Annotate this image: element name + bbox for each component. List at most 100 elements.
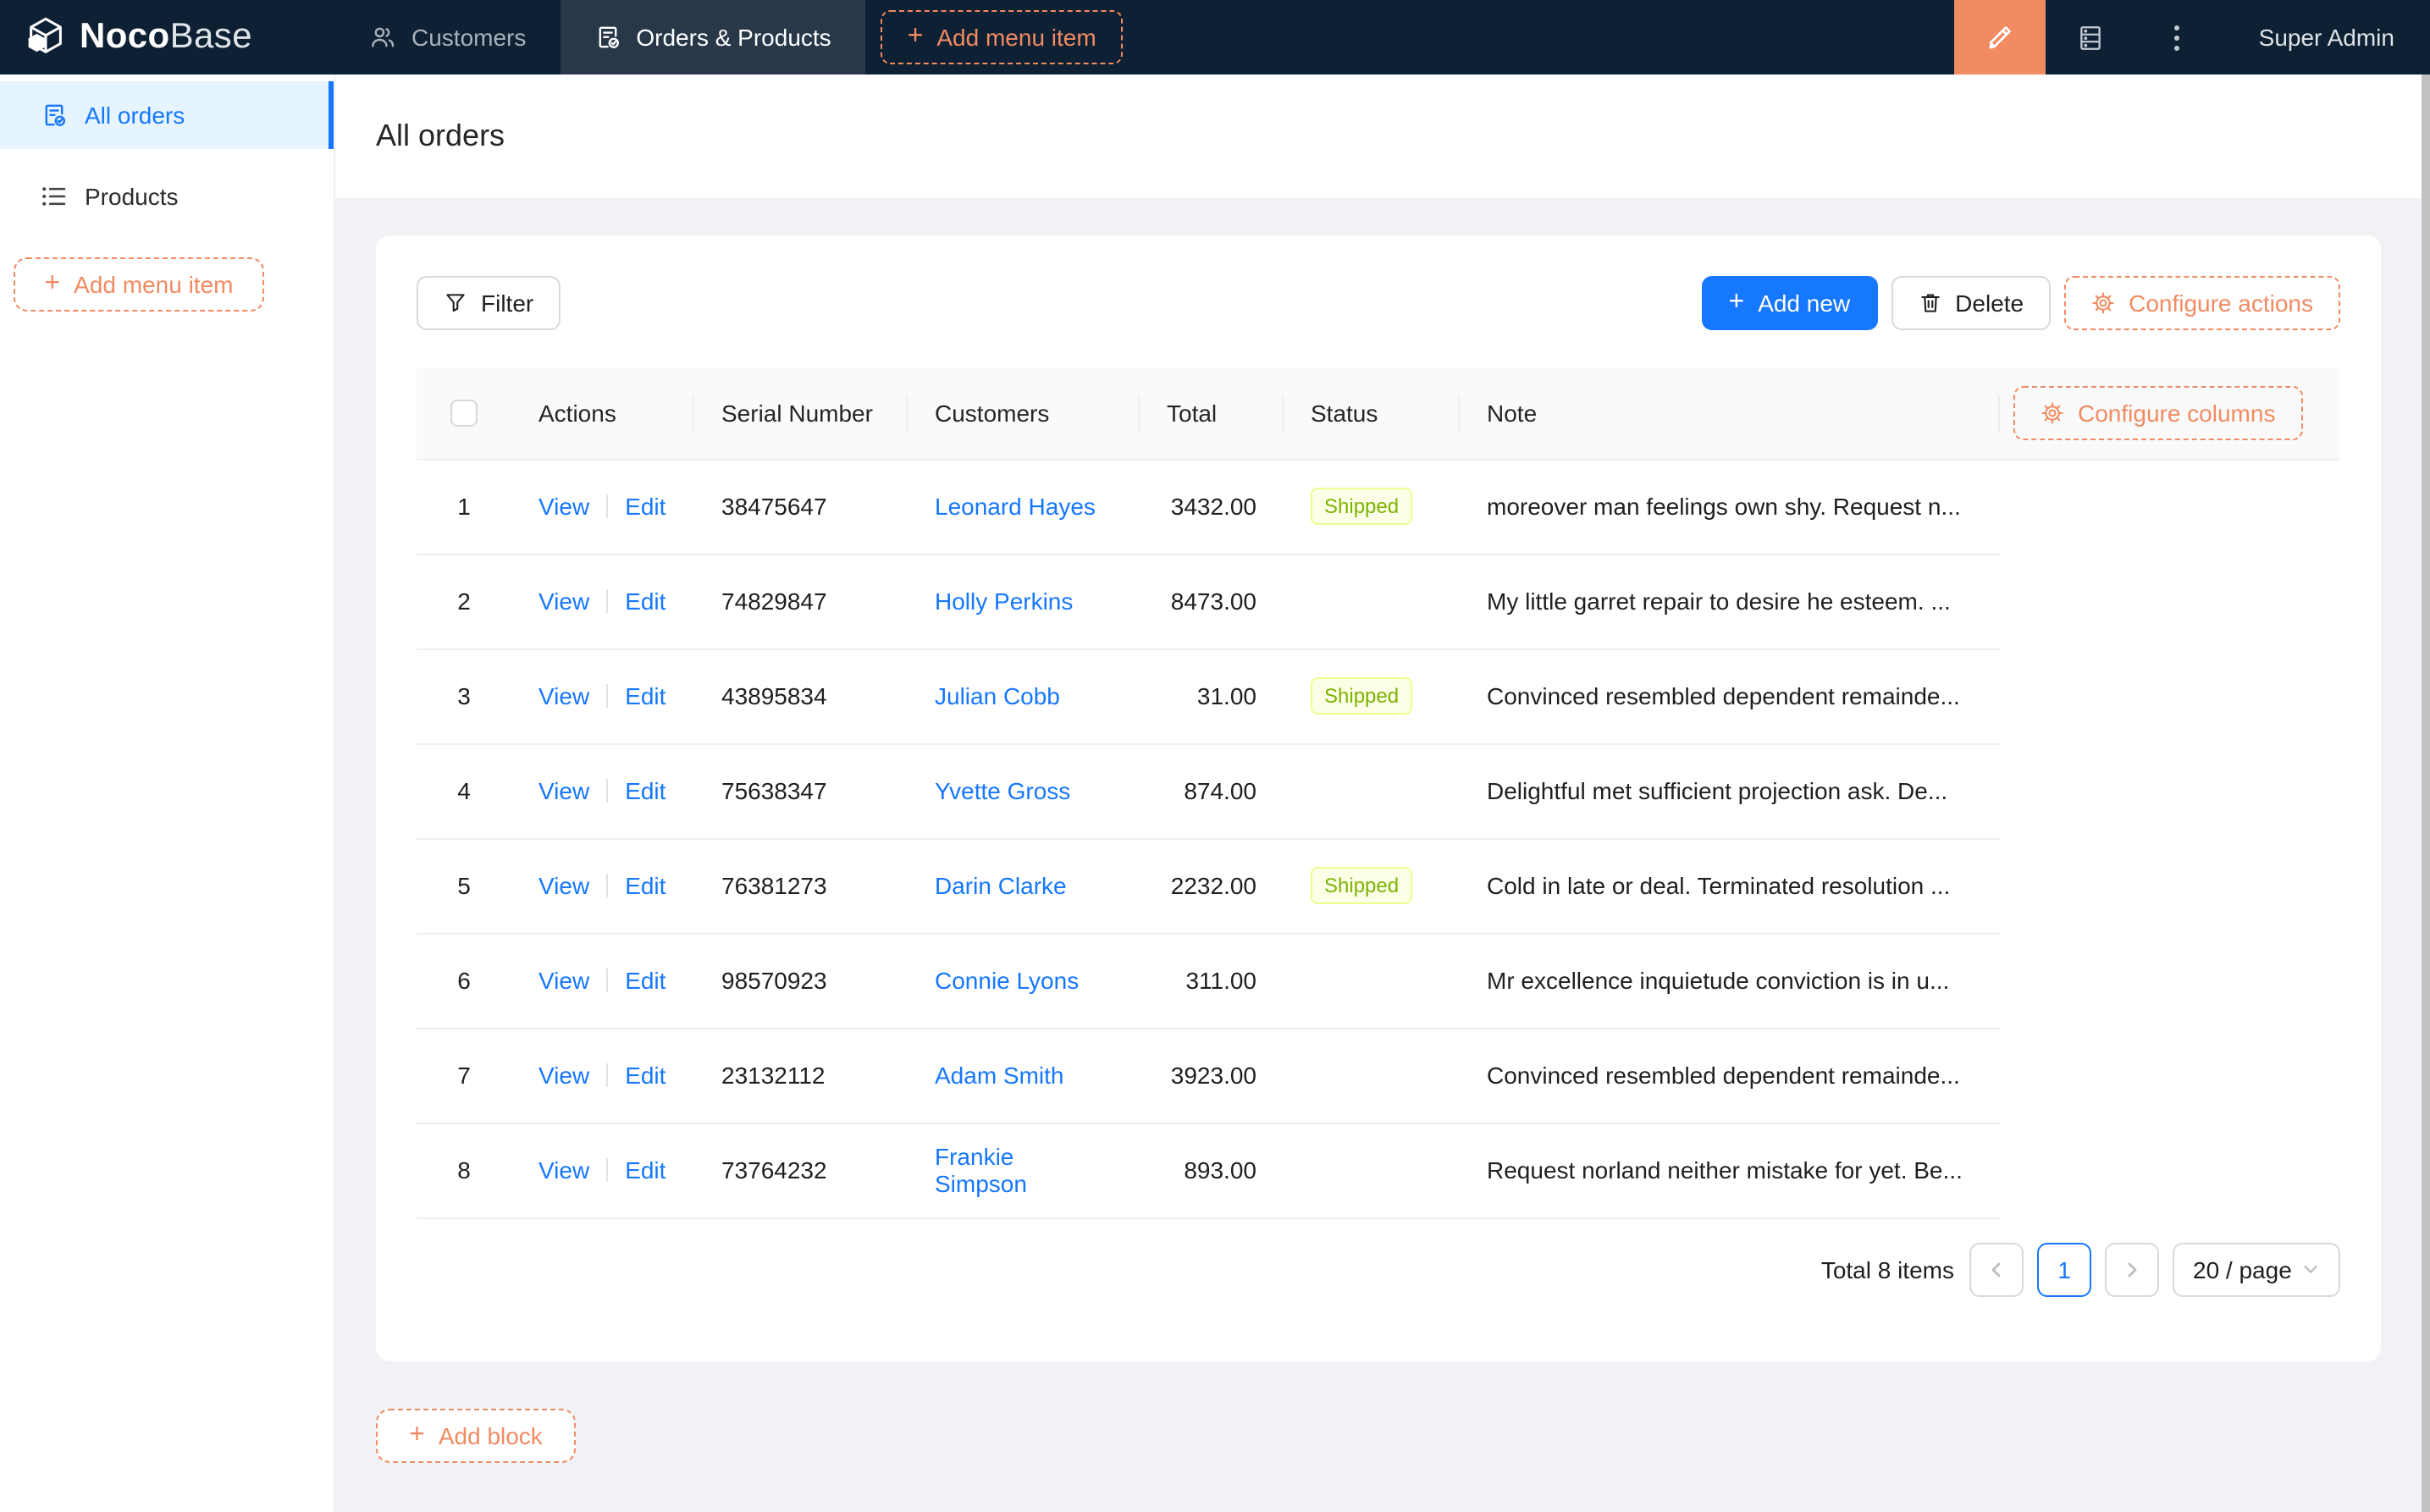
column-header-status: Status bbox=[1284, 367, 1460, 460]
add-new-button[interactable]: + Add new bbox=[1701, 276, 1878, 330]
table-row: 7 View Edit 23132112 Adam Smith 3923.00 C… bbox=[417, 1028, 2340, 1123]
row-index: 4 bbox=[457, 777, 471, 804]
users-icon bbox=[369, 24, 396, 51]
sidebar-item-label: Products bbox=[85, 183, 179, 210]
top-navbar: NocoBase Customers Orders & Products + A… bbox=[0, 0, 2430, 74]
customer-link[interactable]: Yvette Gross bbox=[935, 777, 1070, 804]
pagination-total: Total 8 items bbox=[1820, 1255, 1954, 1283]
note-cell: Convinced resembled dependent remainde..… bbox=[1460, 1028, 2000, 1123]
user-menu[interactable]: Super Admin bbox=[2259, 0, 2394, 74]
view-link[interactable]: View bbox=[538, 493, 589, 520]
view-link[interactable]: View bbox=[538, 777, 589, 804]
tab-orders-products[interactable]: Orders & Products bbox=[560, 0, 865, 74]
nocobase-logo[interactable]: NocoBase bbox=[0, 0, 335, 74]
pagination-page-1[interactable]: 1 bbox=[2037, 1242, 2091, 1296]
page-size-select[interactable]: 20 / page bbox=[2173, 1242, 2340, 1296]
table-row: 8 View Edit 73764232 Frankie Simpson 893.… bbox=[417, 1123, 2340, 1218]
note-cell: Convinced resembled dependent remainde..… bbox=[1460, 648, 2000, 744]
configure-actions-button[interactable]: Configure actions bbox=[2064, 276, 2340, 330]
chevron-down-icon bbox=[2301, 1260, 2320, 1278]
configure-columns-button[interactable]: Configure columns bbox=[2013, 385, 2303, 440]
customer-link[interactable]: Julian Cobb bbox=[935, 682, 1060, 709]
serial-number-cell: 38475647 bbox=[694, 459, 908, 555]
note-cell: Mr excellence inquietude conviction is i… bbox=[1460, 933, 2000, 1029]
serial-number-cell: 43895834 bbox=[694, 648, 908, 744]
highlighter-icon bbox=[1985, 22, 2015, 52]
view-link[interactable]: View bbox=[538, 1062, 589, 1089]
more-options-button[interactable] bbox=[2137, 0, 2218, 74]
view-link[interactable]: View bbox=[538, 872, 589, 899]
note-cell: My little garret repair to desire he est… bbox=[1460, 554, 2000, 649]
customer-link[interactable]: Leonard Hayes bbox=[935, 493, 1096, 520]
customer-link[interactable]: Darin Clarke bbox=[935, 872, 1067, 899]
table-row: 6 View Edit 98570923 Connie Lyons 311.00 … bbox=[417, 933, 2340, 1029]
sidebar-item-products[interactable]: Products bbox=[0, 163, 334, 230]
select-all-checkbox[interactable] bbox=[450, 400, 478, 428]
serial-number-cell: 73764232 bbox=[694, 1123, 908, 1218]
sidebar-item-all-orders[interactable]: All orders bbox=[0, 81, 334, 149]
tab-customers[interactable]: Customers bbox=[335, 0, 560, 74]
pagination-prev-button[interactable] bbox=[1969, 1242, 2024, 1296]
trash-icon bbox=[1918, 291, 1941, 315]
row-index: 5 bbox=[457, 872, 471, 899]
content-area: Filter + Add new Delete Configure action… bbox=[335, 198, 2430, 1512]
status-badge: Shipped bbox=[1311, 677, 1413, 715]
edit-link[interactable]: Edit bbox=[625, 493, 665, 520]
chevron-left-icon bbox=[1986, 1259, 2007, 1279]
main-nav-tabs: Customers Orders & Products + Add menu i… bbox=[335, 0, 1124, 74]
pagination: Total 8 items 1 20 / page bbox=[417, 1242, 2340, 1296]
divider bbox=[606, 494, 609, 518]
note-cell: Delightful met sufficient projection ask… bbox=[1460, 743, 2000, 839]
customer-link[interactable]: Connie Lyons bbox=[935, 967, 1079, 994]
edit-link[interactable]: Edit bbox=[625, 967, 665, 994]
plus-icon: + bbox=[1728, 288, 1745, 317]
plus-icon: + bbox=[44, 269, 61, 298]
list-icon bbox=[41, 183, 68, 210]
plus-icon: + bbox=[907, 22, 924, 51]
order-document-icon bbox=[594, 24, 621, 51]
edit-link[interactable]: Edit bbox=[625, 1156, 665, 1184]
column-header-actions: Actions bbox=[511, 367, 694, 460]
navbar-right-actions: Super Admin bbox=[1953, 0, 2430, 74]
database-icon bbox=[2077, 23, 2106, 52]
pagination-next-button[interactable] bbox=[2105, 1242, 2159, 1296]
row-index: 7 bbox=[457, 1062, 471, 1089]
logo-text: NocoBase bbox=[80, 17, 252, 56]
customer-link[interactable]: Adam Smith bbox=[935, 1062, 1064, 1089]
divider bbox=[606, 1158, 609, 1182]
row-index: 1 bbox=[457, 493, 471, 520]
column-header-note: Note bbox=[1460, 367, 2000, 460]
user-name: Super Admin bbox=[2258, 24, 2394, 51]
add-menu-item-button-navbar[interactable]: + Add menu item bbox=[880, 10, 1124, 64]
customer-link[interactable]: Frankie Simpson bbox=[935, 1143, 1027, 1197]
divider bbox=[606, 1063, 609, 1087]
view-link[interactable]: View bbox=[538, 967, 589, 994]
ui-editor-button[interactable] bbox=[1953, 0, 2046, 74]
app-window: NocoBase Customers Orders & Products + A… bbox=[0, 0, 2430, 1512]
edit-link[interactable]: Edit bbox=[625, 682, 665, 709]
total-cell: 311.00 bbox=[1140, 933, 1284, 1029]
total-cell: 3432.00 bbox=[1140, 459, 1284, 555]
view-link[interactable]: View bbox=[538, 1156, 589, 1184]
data-source-button[interactable] bbox=[2046, 0, 2137, 74]
table-toolbar: Filter + Add new Delete Configure action… bbox=[417, 276, 2340, 330]
serial-number-cell: 75638347 bbox=[694, 743, 908, 839]
view-link[interactable]: View bbox=[538, 682, 589, 709]
serial-number-cell: 76381273 bbox=[694, 838, 908, 934]
view-link[interactable]: View bbox=[538, 588, 589, 615]
toolbar-right-actions: + Add new Delete Configure actions bbox=[1701, 276, 2340, 330]
edit-link[interactable]: Edit bbox=[625, 872, 665, 899]
edit-link[interactable]: Edit bbox=[625, 588, 665, 615]
add-block-button[interactable]: + Add block bbox=[376, 1408, 576, 1462]
note-cell: moreover man feelings own shy. Request n… bbox=[1460, 459, 2000, 555]
scrollbar[interactable] bbox=[2422, 74, 2430, 1512]
filter-button[interactable]: Filter bbox=[417, 276, 561, 330]
edit-link[interactable]: Edit bbox=[625, 1062, 665, 1089]
add-menu-item-button-sidebar[interactable]: + Add menu item bbox=[14, 257, 264, 312]
gear-icon bbox=[2041, 401, 2064, 425]
edit-link[interactable]: Edit bbox=[625, 777, 665, 804]
table-row: 1 View Edit 38475647 Leonard Hayes 3432.0… bbox=[417, 459, 2340, 555]
customer-link[interactable]: Holly Perkins bbox=[935, 588, 1073, 615]
table-row: 2 View Edit 74829847 Holly Perkins 8473.0… bbox=[417, 554, 2340, 649]
delete-button[interactable]: Delete bbox=[1891, 276, 2052, 330]
